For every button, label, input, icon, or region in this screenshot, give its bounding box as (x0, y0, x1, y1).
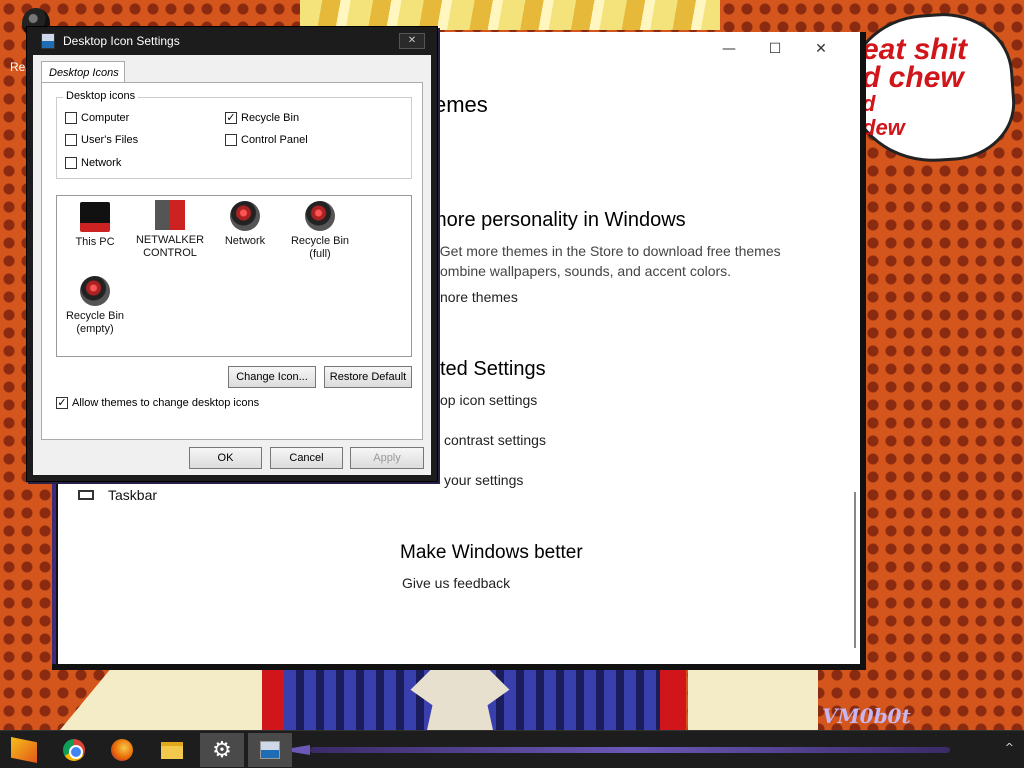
checkbox-box[interactable] (65, 157, 77, 169)
nav-taskbar-label: Taskbar (108, 487, 158, 503)
list-item-this-pc[interactable]: This PC (57, 202, 133, 249)
give-feedback-link[interactable]: Give us feedback (402, 575, 510, 591)
desktop-icon-settings-link[interactable]: op icon settings (440, 392, 537, 408)
icon-list: This PC NETWALKER CONTROL Network Recycl… (56, 195, 412, 357)
start-button[interactable] (2, 733, 46, 767)
close-button[interactable]: ✕ (798, 38, 844, 60)
list-item-recycle-bin-full[interactable]: Recycle Bin (full) (282, 201, 358, 261)
control-panel-icon (41, 33, 55, 49)
control-panel-icon (260, 741, 280, 759)
taskbar: ⚙ ^ (0, 730, 1024, 768)
taskbar-chrome[interactable] (52, 733, 96, 767)
speech-line-4: dew (862, 115, 905, 140)
personality-body-1: : Get more themes in the Store to downlo… (432, 243, 781, 259)
checkbox-label: Allow themes to change desktop icons (72, 397, 260, 409)
firefox-icon (111, 739, 133, 761)
sync-settings-link[interactable]: your settings (444, 472, 523, 488)
taskbar-decoration-line (310, 747, 950, 753)
desktop-icon-label: Re (10, 60, 26, 74)
checkbox-label: User's Files (81, 134, 139, 146)
taskbar-firefox[interactable] (100, 733, 144, 767)
checkbox-label: Network (81, 157, 122, 169)
checkbox-label: Recycle Bin (241, 112, 300, 124)
group-label: Desktop icons (63, 90, 139, 102)
settings-icon: ⚙ (212, 737, 232, 763)
dialog-title: Desktop Icon Settings (63, 34, 180, 48)
minimize-button[interactable]: — (706, 38, 752, 60)
change-icon-button[interactable]: Change Icon... (228, 366, 316, 388)
user-folder-icon (155, 200, 185, 230)
tray-chevron-up-icon[interactable]: ^ (1005, 741, 1014, 754)
tab-panel: Desktop icons Computer ✓ Recycle Bin Use… (41, 82, 423, 440)
personality-heading: more personality in Windows (430, 209, 686, 231)
checkbox-control-panel[interactable]: Control Panel (225, 134, 308, 146)
taskbar-settings-icon (78, 490, 94, 500)
list-item-label: Recycle Bin (65, 310, 125, 322)
wallpaper-art-red-left (262, 668, 284, 730)
page-title: emes (434, 92, 488, 117)
checkbox-box[interactable] (65, 134, 77, 146)
checkbox-label: Control Panel (241, 134, 308, 146)
checkbox-allow-themes[interactable]: ✓ Allow themes to change desktop icons (56, 397, 259, 409)
tab-desktop-icons[interactable]: Desktop Icons (41, 61, 125, 83)
start-icon (11, 737, 37, 763)
checkbox-label: Computer (81, 112, 130, 124)
apply-button[interactable]: Apply (350, 447, 424, 469)
checkbox-box[interactable]: ✓ (56, 397, 68, 409)
window-controls: — ☐ ✕ (706, 38, 844, 60)
list-item-label: This PC (75, 236, 115, 248)
wallpaper-speech-text: eat shit d chew d dew (862, 33, 1022, 140)
restore-default-button[interactable]: Restore Default (324, 366, 412, 388)
checkbox-network[interactable]: Network (65, 157, 121, 169)
wallpaper-art-bottom-right (688, 668, 818, 730)
checkbox-users-files[interactable]: User's Files (65, 134, 138, 146)
checkbox-recycle-bin[interactable]: ✓ Recycle Bin (225, 112, 299, 124)
cancel-button[interactable]: Cancel (270, 447, 343, 469)
list-item-label-2: (full) (309, 248, 331, 260)
file-explorer-icon (161, 741, 183, 759)
desktop-icons-group: Desktop icons Computer ✓ Recycle Bin Use… (56, 90, 412, 179)
list-item-netwalker-control[interactable]: NETWALKER CONTROL (132, 200, 208, 260)
dialog-close-button[interactable]: ✕ (399, 33, 425, 49)
list-item-label-2: CONTROL (143, 247, 197, 259)
dialog-footer: OK Cancel Apply (33, 443, 431, 475)
wallpaper-signature: VM0b0t (822, 704, 911, 728)
list-item-label: Recycle Bin (290, 235, 350, 247)
list-item-label-2: (empty) (76, 323, 114, 335)
checkbox-box[interactable] (65, 112, 77, 124)
nav-taskbar[interactable]: Taskbar (78, 487, 157, 503)
maximize-button[interactable]: ☐ (752, 38, 798, 60)
checkbox-computer[interactable]: Computer (65, 112, 129, 124)
list-item-label: NETWALKER (135, 234, 205, 246)
list-item-label: Network (224, 235, 266, 247)
list-item-network[interactable]: Network (207, 201, 283, 248)
network-icon (230, 201, 260, 231)
recycle-bin-full-icon (305, 201, 335, 231)
checkbox-box[interactable] (225, 134, 237, 146)
checkbox-box[interactable]: ✓ (225, 112, 237, 124)
speech-line-3: d (862, 91, 876, 116)
personality-body-2: ombine wallpapers, sounds, and accent co… (440, 263, 732, 279)
ok-button[interactable]: OK (189, 447, 262, 469)
vertical-scrollbar[interactable] (854, 492, 856, 648)
high-contrast-settings-link[interactable]: contrast settings (444, 432, 546, 448)
dialog-client: Desktop Icons Desktop icons Computer ✓ R… (33, 55, 431, 475)
related-settings-heading: ted Settings (440, 358, 546, 380)
speech-line-1: eat shit (862, 33, 968, 66)
speech-line-2: d chew (862, 61, 964, 94)
taskbar-settings[interactable]: ⚙ (200, 733, 244, 767)
wallpaper-art-red-right (660, 668, 686, 730)
get-more-themes-link[interactable]: nore themes (440, 289, 518, 305)
desktop-icon-settings-dialog: Desktop Icon Settings ✕ Desktop Icons De… (26, 26, 438, 482)
taskbar-control-panel[interactable] (248, 733, 292, 767)
make-windows-better-heading: Make Windows better (400, 542, 583, 563)
recycle-bin-empty-icon (80, 276, 110, 306)
monitor-icon (80, 202, 110, 232)
dialog-titlebar[interactable]: Desktop Icon Settings ✕ (27, 27, 437, 55)
taskbar-file-explorer[interactable] (150, 733, 194, 767)
list-item-recycle-bin-empty[interactable]: Recycle Bin (empty) (57, 276, 133, 336)
chrome-icon (63, 739, 85, 761)
